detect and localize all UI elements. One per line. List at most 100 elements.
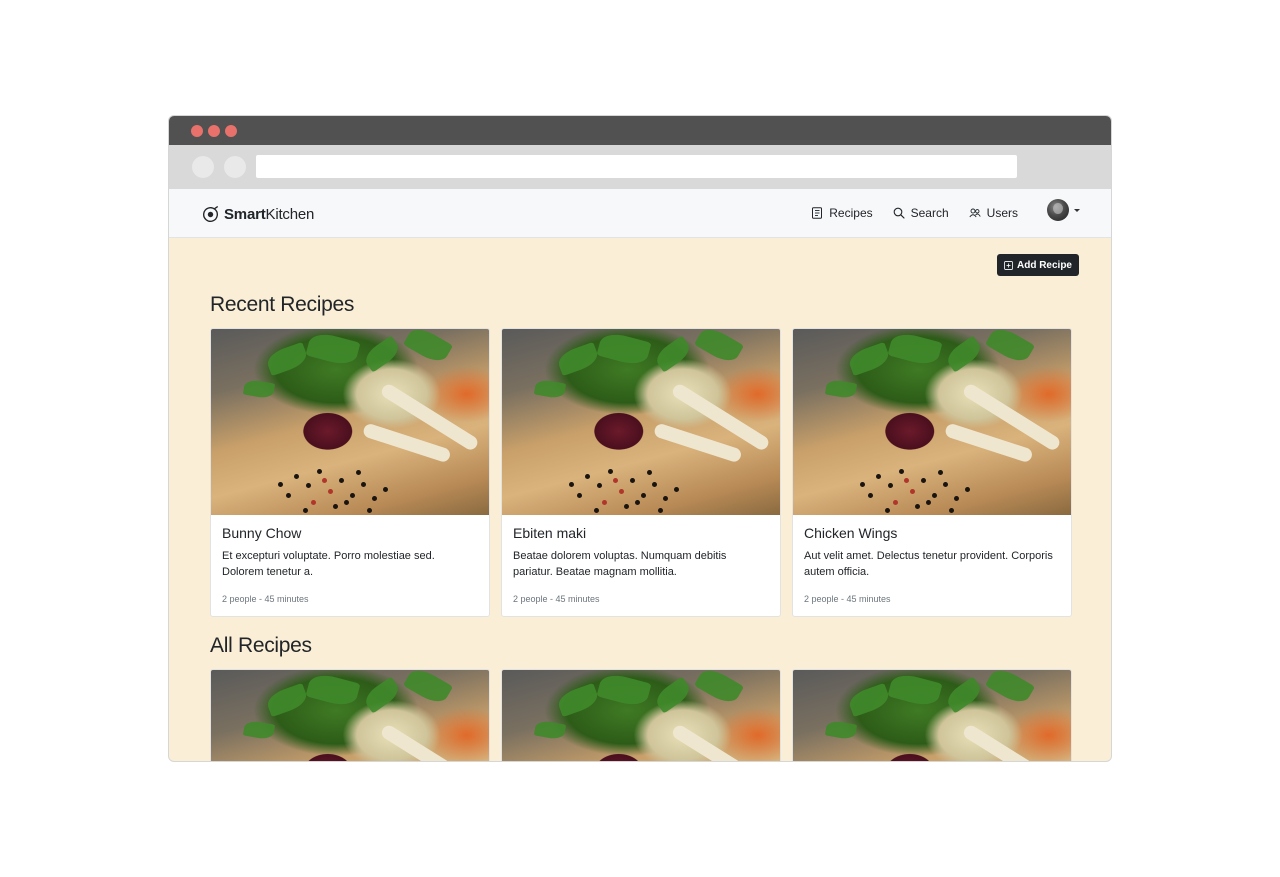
back-button[interactable] <box>192 156 214 178</box>
peppercorn-decoration <box>624 503 630 509</box>
peppercorn-decoration <box>887 483 893 489</box>
recipe-card[interactable] <box>792 669 1072 761</box>
recipe-image <box>502 670 780 761</box>
brand-name-bold: Smart <box>224 205 266 223</box>
peppercorn-decoration <box>277 481 283 487</box>
peppercorn-decoration <box>965 487 971 493</box>
avatar <box>1047 199 1069 221</box>
peppercorn-decoration <box>568 481 574 487</box>
recipe-card[interactable]: Chicken Wings Aut velit amet. Delectus t… <box>792 328 1072 617</box>
window-titlebar <box>169 116 1111 145</box>
leaf-decoration <box>846 341 892 376</box>
leaf-decoration <box>555 682 601 717</box>
caret-down-icon <box>1074 208 1080 212</box>
peppercorn-decoration <box>311 500 317 506</box>
recipe-image <box>502 329 780 515</box>
recipe-description: Beatae dolorem voluptas. Numquam debitis… <box>513 550 727 578</box>
peppercorn-decoration <box>674 487 680 493</box>
recent-recipes-list: Bunny Chow Et excepturi voluptate. Porro… <box>210 328 1072 617</box>
leaf-decoration <box>534 719 567 741</box>
leaf-decoration <box>596 330 652 369</box>
peppercorn-decoration <box>893 500 899 506</box>
user-menu-toggle[interactable] <box>1047 199 1080 221</box>
maximize-window-dot[interactable] <box>225 125 237 137</box>
peppercorn-decoration <box>954 496 960 502</box>
leaf-decoration <box>984 329 1035 367</box>
leaf-decoration <box>825 378 858 400</box>
brand-logo[interactable]: Smart Kitchen <box>202 205 314 223</box>
recipe-card[interactable]: Ebiten maki Beatae dolorem voluptas. Num… <box>501 328 781 617</box>
peppercorn-decoration <box>602 500 608 506</box>
users-icon <box>969 208 981 218</box>
pan-icon <box>203 205 218 222</box>
peppercorn-decoration <box>607 468 613 474</box>
leaf-decoration <box>943 676 985 714</box>
peppercorn-decoration <box>926 500 932 506</box>
leaf-decoration <box>243 719 276 741</box>
recipe-card[interactable] <box>210 669 490 761</box>
peppercorn-decoration <box>859 481 865 487</box>
recipe-meta: 2 people - 45 minutes <box>513 594 600 604</box>
leaf-decoration <box>652 335 694 373</box>
recipe-meta: 2 people - 45 minutes <box>222 594 309 604</box>
nav-link-recipes[interactable]: Recipes <box>811 206 873 220</box>
plus-square-icon <box>1004 260 1013 270</box>
peppercorn-decoration <box>350 492 355 498</box>
recipe-image <box>211 329 489 515</box>
leaf-decoration <box>596 671 652 710</box>
peppercorn-decoration <box>884 507 890 513</box>
recipe-image <box>793 670 1071 761</box>
root-decoration <box>961 723 1063 761</box>
address-bar[interactable] <box>256 155 1017 178</box>
recipe-title: Bunny Chow <box>222 525 302 541</box>
recipe-card[interactable] <box>501 669 781 761</box>
peppercorn-decoration <box>652 481 658 487</box>
peppercorn-decoration <box>646 470 652 476</box>
peppercorn-decoration <box>618 488 624 494</box>
recipe-title: Chicken Wings <box>804 525 898 541</box>
leaf-decoration <box>264 341 310 376</box>
peppercorn-decoration <box>613 477 619 483</box>
leaf-decoration <box>305 671 361 710</box>
peppercorn-decoration <box>366 507 372 513</box>
peppercorn-decoration <box>322 477 328 483</box>
root-decoration <box>670 723 772 761</box>
peppercorn-decoration <box>327 488 333 494</box>
peppercorn-decoration <box>361 481 367 487</box>
peppercorn-decoration <box>372 496 378 502</box>
nav-link-search[interactable]: Search <box>893 206 949 220</box>
nav-link-users[interactable]: Users <box>969 206 1018 220</box>
peppercorn-decoration <box>286 492 292 498</box>
peppercorn-decoration <box>876 474 882 480</box>
nav-link-label: Recipes <box>829 206 873 220</box>
browser-toolbar <box>169 145 1111 189</box>
peppercorn-decoration <box>904 477 910 483</box>
recent-recipes-heading: Recent Recipes <box>210 293 355 316</box>
recipe-meta: 2 people - 45 minutes <box>804 594 891 604</box>
peppercorn-decoration <box>577 492 583 498</box>
peppercorn-decoration <box>355 470 361 476</box>
minimize-window-dot[interactable] <box>208 125 220 137</box>
peppercorn-decoration <box>663 496 669 502</box>
peppercorn-decoration <box>302 507 308 513</box>
recipe-card[interactable]: Bunny Chow Et excepturi voluptate. Porro… <box>210 328 490 617</box>
peppercorn-decoration <box>948 507 954 513</box>
nav-link-label: Users <box>986 206 1018 220</box>
recipe-image <box>211 670 489 761</box>
peppercorn-decoration <box>585 474 591 480</box>
peppercorn-decoration <box>943 481 949 487</box>
forward-button[interactable] <box>224 156 246 178</box>
peppercorn-decoration <box>937 470 943 476</box>
leaf-decoration <box>943 335 985 373</box>
add-recipe-button[interactable]: Add Recipe <box>996 254 1079 276</box>
peppercorn-decoration <box>657 507 663 513</box>
close-window-dot[interactable] <box>191 125 203 137</box>
all-recipes-heading: All Recipes <box>210 634 312 657</box>
leaf-decoration <box>887 330 943 369</box>
peppercorn-decoration <box>344 500 350 506</box>
leaf-decoration <box>534 378 567 400</box>
leaf-decoration <box>555 341 601 376</box>
leaf-decoration <box>693 329 744 367</box>
peppercorn-decoration <box>898 468 904 474</box>
recipe-description: Aut velit amet. Delectus tenetur provide… <box>804 550 1053 578</box>
